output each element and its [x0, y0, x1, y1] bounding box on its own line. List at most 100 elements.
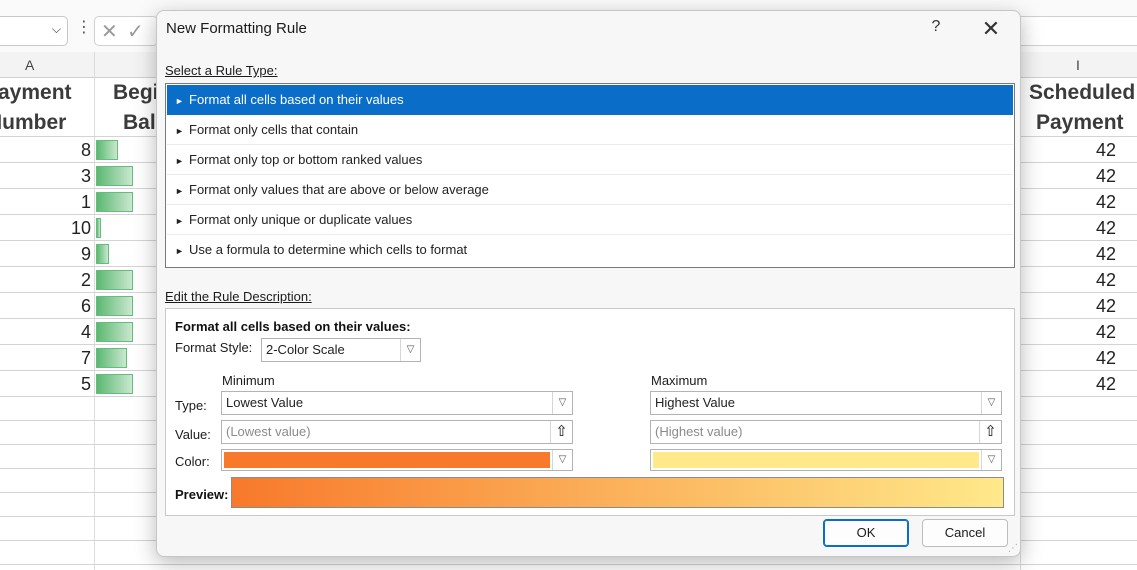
payment-number-cell[interactable]: 4 — [0, 319, 93, 345]
scheduled-payment-cell[interactable]: 42 — [1096, 371, 1137, 397]
minimum-label: Minimum — [222, 373, 275, 388]
select-rule-type-text: Select a Rule Type: — [165, 63, 278, 78]
name-box[interactable]: ⌵ — [0, 16, 68, 46]
payment-number-cell[interactable]: 2 — [0, 267, 93, 293]
cancel-button[interactable]: Cancel — [922, 519, 1008, 547]
rule-type-label: Format only cells that contain — [189, 122, 359, 137]
maximum-color-picker[interactable]: ▽ — [650, 449, 1002, 471]
payment-number-cell[interactable]: 9 — [0, 241, 93, 267]
chevron-down-icon[interactable]: ▽ — [981, 392, 1001, 414]
maximum-type-value: Highest Value — [655, 395, 735, 410]
data-bar — [96, 166, 133, 186]
rule-type-label: Format all cells based on their values — [189, 92, 404, 107]
triangle-right-icon: ► — [175, 96, 184, 106]
minimum-value-field[interactable]: (Lowest value) ⇧ — [221, 420, 573, 444]
payment-number-cell[interactable]: 5 — [0, 371, 93, 397]
column-header-i[interactable]: I — [1076, 57, 1080, 73]
scheduled-payment-cell[interactable]: 42 — [1096, 241, 1137, 267]
scheduled-payment-cell[interactable]: 42 — [1096, 293, 1137, 319]
new-formatting-rule-dialog: New Formatting Rule ? ✕ Select a Rule Ty… — [156, 10, 1021, 557]
more-options-icon[interactable]: ⋮ — [76, 20, 92, 36]
confirm-entry-icon[interactable]: ✓ — [127, 19, 144, 44]
rule-type-label: Use a formula to determine which cells t… — [189, 242, 468, 257]
minimum-color-swatch — [224, 452, 550, 468]
rule-type-label: Format only top or bottom ranked values — [189, 152, 423, 167]
rule-type-list[interactable]: ► Format all cells based on their values … — [165, 83, 1015, 268]
data-bar — [96, 192, 133, 212]
rule-type-item[interactable]: ► Use a formula to determine which cells … — [167, 235, 1013, 265]
scheduled-payment-cell[interactable]: 42 — [1096, 163, 1137, 189]
dialog-title: New Formatting Rule — [166, 20, 307, 37]
rule-type-item[interactable]: ► Format only cells that contain — [167, 115, 1013, 145]
minimum-color-picker[interactable]: ▽ — [221, 449, 573, 471]
header-cell-a-line2: Number — [0, 111, 67, 134]
range-select-icon[interactable]: ⇧ — [550, 421, 572, 443]
triangle-right-icon: ► — [175, 126, 184, 136]
column-header-a[interactable]: A — [25, 57, 34, 73]
data-bar — [96, 218, 101, 238]
chevron-down-icon[interactable]: ▽ — [981, 450, 1001, 470]
payment-number-cell[interactable]: 3 — [0, 163, 93, 189]
rule-description-panel: Format all cells based on their values: … — [165, 308, 1015, 516]
triangle-right-icon: ► — [175, 156, 184, 166]
cancel-entry-icon[interactable]: ✕ — [101, 19, 118, 44]
format-style-value: 2-Color Scale — [266, 342, 345, 357]
chevron-down-icon[interactable]: ▽ — [400, 339, 420, 361]
header-cell-b-line1: Begi — [113, 81, 159, 104]
scheduled-payment-cell[interactable]: 42 — [1096, 215, 1137, 241]
close-icon[interactable]: ✕ — [979, 15, 1003, 43]
resize-grip-icon[interactable]: ⋰ — [1008, 543, 1018, 554]
help-icon[interactable]: ? — [926, 18, 946, 42]
header-cell-i-line1: Scheduled — [1029, 81, 1136, 104]
row-gridline — [0, 564, 1137, 565]
scheduled-payment-cell[interactable]: 42 — [1096, 345, 1137, 371]
description-heading: Format all cells based on their values: — [175, 319, 411, 334]
triangle-right-icon: ► — [175, 216, 184, 226]
data-bar — [96, 244, 109, 264]
header-cell-i-line2: Payment — [1036, 111, 1124, 134]
minimum-type-select[interactable]: Lowest Value ▽ — [221, 391, 573, 415]
range-select-icon[interactable]: ⇧ — [979, 421, 1001, 443]
chevron-down-icon[interactable]: ▽ — [552, 450, 572, 470]
format-style-select[interactable]: 2-Color Scale ▽ — [261, 338, 421, 362]
rule-type-label: Format only values that are above or bel… — [189, 182, 489, 197]
payment-number-cell[interactable]: 10 — [0, 215, 93, 241]
payment-number-cell[interactable]: 8 — [0, 137, 93, 163]
scheduled-payment-cell[interactable]: 42 — [1096, 267, 1137, 293]
header-cell-a-line1: ayment — [0, 81, 72, 104]
data-bar — [96, 296, 133, 316]
color-label: Color: — [175, 454, 210, 469]
scheduled-payment-cell[interactable]: 42 — [1096, 137, 1137, 163]
rule-type-item[interactable]: ► Format only top or bottom ranked values — [167, 145, 1013, 175]
maximum-type-select[interactable]: Highest Value ▽ — [650, 391, 1002, 415]
chevron-down-icon[interactable]: ▽ — [552, 392, 572, 414]
ok-button[interactable]: OK — [823, 519, 909, 547]
formula-input[interactable] — [1020, 16, 1137, 46]
rule-type-item[interactable]: ► Format all cells based on their values — [167, 85, 1013, 115]
scheduled-payment-cell[interactable]: 42 — [1096, 189, 1137, 215]
payment-number-cell[interactable]: 7 — [0, 345, 93, 371]
triangle-right-icon: ► — [175, 186, 184, 196]
edit-rule-description-text: Edit the Rule Description: — [165, 289, 312, 304]
payment-number-cell[interactable]: 1 — [0, 189, 93, 215]
maximum-color-swatch — [653, 452, 979, 468]
minimum-type-value: Lowest Value — [226, 395, 304, 410]
payment-number-cell[interactable]: 6 — [0, 293, 93, 319]
dialog-titlebar[interactable]: New Formatting Rule ? ✕ — [157, 11, 1020, 49]
formula-bar-buttons: ✕ ✓ — [94, 16, 158, 46]
scheduled-payment-cell[interactable]: 42 — [1096, 319, 1137, 345]
maximum-value-placeholder: (Highest value) — [655, 424, 743, 439]
select-rule-type-label: Select a Rule Type: — [165, 63, 278, 78]
data-bar — [96, 140, 118, 160]
minimum-value-placeholder: (Lowest value) — [226, 424, 311, 439]
value-label: Value: — [175, 427, 211, 442]
type-label: Type: — [175, 398, 207, 413]
chevron-down-icon[interactable]: ⌵ — [52, 22, 61, 37]
triangle-right-icon: ► — [175, 246, 184, 256]
rule-type-item[interactable]: ► Format only values that are above or be… — [167, 175, 1013, 205]
preview-label: Preview: — [175, 487, 229, 502]
rule-type-item[interactable]: ► Format only unique or duplicate values — [167, 205, 1013, 235]
data-bar — [96, 322, 133, 342]
maximum-value-field[interactable]: (Highest value) ⇧ — [650, 420, 1002, 444]
data-bar — [96, 374, 133, 394]
